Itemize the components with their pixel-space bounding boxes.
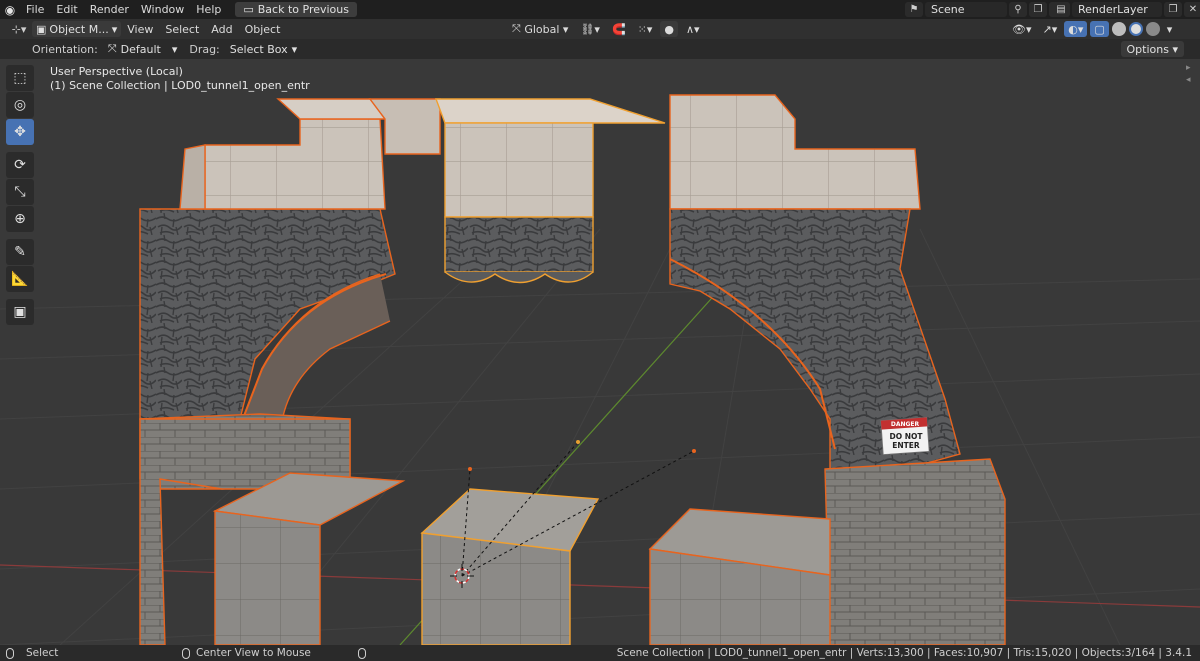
drag-dropdown[interactable]: Select Box ▾ bbox=[226, 41, 301, 57]
pivot-icon[interactable]: ⛓▾ bbox=[576, 21, 604, 37]
pin-icon[interactable]: ⚲ bbox=[1009, 2, 1027, 17]
top-menu-bar: ◉ File Edit Render Window Help ▭ Back to… bbox=[0, 0, 1200, 19]
snap-target-icon[interactable]: ⁙▾ bbox=[634, 21, 657, 37]
render-layer-selector: ▤ RenderLayer ❐ ✕ bbox=[1052, 2, 1200, 17]
orientation-dropdown[interactable]: ⤧ Default ▾ bbox=[104, 41, 182, 57]
back-to-previous-label: Back to Previous bbox=[257, 3, 349, 16]
status-select-label: Select bbox=[26, 647, 59, 659]
menu-file[interactable]: File bbox=[20, 0, 50, 19]
annotate-icon[interactable]: ✎ bbox=[6, 239, 34, 265]
sign-enter-text: ENTER bbox=[892, 441, 920, 450]
delete-layer-icon[interactable]: ✕ bbox=[1184, 2, 1200, 17]
center-top-block bbox=[434, 98, 666, 284]
status-context bbox=[358, 647, 366, 659]
overlays-icon[interactable]: ◐▾ bbox=[1064, 21, 1088, 37]
menu-select[interactable]: Select bbox=[159, 23, 205, 36]
status-bar: Select Center View to Mouse Scene Collec… bbox=[0, 645, 1200, 661]
light-point bbox=[468, 467, 472, 471]
front-left-block bbox=[212, 472, 406, 645]
scene-selector: ⚑ Scene ⚲ ❐ ✕ bbox=[905, 2, 1067, 17]
perspective-label: User Perspective (Local) bbox=[50, 65, 183, 78]
gizmo-icon[interactable]: ↗▾ bbox=[1039, 21, 1062, 37]
tool-shelf: ⬚ ◎ ✥ ⟳ ⤡ ⊕ ✎ 📐 ▣ bbox=[6, 65, 36, 326]
material-shading-icon[interactable] bbox=[1128, 22, 1143, 36]
3d-viewport[interactable]: DANGER DO NOT ENTER User Perspective (Lo… bbox=[0, 59, 1200, 645]
sign-do-not-text: DO NOT bbox=[890, 432, 924, 441]
visibility-icon[interactable]: 👁▾ bbox=[1008, 21, 1036, 37]
scene-statistics: Scene Collection | LOD0_tunnel1_open_ent… bbox=[616, 647, 1192, 659]
light-point bbox=[576, 440, 580, 444]
back-to-previous-button[interactable]: ▭ Back to Previous bbox=[235, 2, 357, 17]
viewport-display-controls: 👁▾ ↗▾ ◐▾ ▢ ▾ bbox=[1008, 21, 1176, 37]
scene-render: DANGER DO NOT ENTER bbox=[0, 94, 1200, 645]
snap-icon[interactable]: 🧲 bbox=[608, 21, 630, 37]
proportional-edit-icon[interactable]: ● bbox=[660, 21, 678, 37]
options-label: Options bbox=[1126, 42, 1169, 56]
status-center-view: Center View to Mouse bbox=[182, 647, 311, 659]
scale-icon[interactable]: ⤡ bbox=[6, 179, 34, 205]
solid-shading-icon[interactable] bbox=[1111, 22, 1126, 36]
tool-settings-bar: Orientation: ⤧ Default ▾ Drag: Select Bo… bbox=[0, 39, 1200, 59]
orientation-label: Orientation: bbox=[32, 42, 98, 56]
menu-object[interactable]: Object bbox=[239, 23, 287, 36]
front-center-block bbox=[420, 488, 600, 645]
mouse-left-icon bbox=[6, 647, 14, 659]
rotate-icon[interactable]: ⟳ bbox=[6, 152, 34, 178]
mouse-right-icon bbox=[358, 647, 366, 659]
transform-icon[interactable]: ⊕ bbox=[6, 206, 34, 232]
light-point bbox=[692, 449, 696, 453]
xray-icon[interactable]: ▢ bbox=[1090, 21, 1109, 37]
chevron-down-icon: ▾ bbox=[164, 42, 178, 56]
select-box-icon[interactable]: ⬚ bbox=[6, 65, 34, 91]
mode-label: Object M... bbox=[49, 22, 109, 36]
cursor-icon[interactable]: ◎ bbox=[6, 92, 34, 118]
new-scene-icon[interactable]: ❐ bbox=[1029, 2, 1047, 17]
options-dropdown[interactable]: Options ▾ bbox=[1120, 41, 1184, 57]
orientation-value: Default bbox=[120, 42, 161, 56]
chevron-down-icon: ▾ bbox=[291, 42, 298, 56]
viewport-info-overlay: User Perspective (Local) (1) Scene Colle… bbox=[50, 65, 310, 93]
transform-controls: ⤧ Global ▾ ⛓▾ 🧲 ⁙▾ ● ∧▾ bbox=[508, 21, 704, 37]
new-layer-icon[interactable]: ❐ bbox=[1164, 2, 1182, 17]
drag-value: Select Box bbox=[229, 42, 288, 56]
editor-type-icon[interactable]: ⊹▾ bbox=[6, 21, 32, 37]
render-layer-field[interactable]: RenderLayer bbox=[1072, 2, 1162, 17]
orientation-icon: ⤧ bbox=[512, 22, 521, 35]
menu-help[interactable]: Help bbox=[190, 0, 227, 19]
menu-view[interactable]: View bbox=[121, 23, 159, 36]
sign-danger-text: DANGER bbox=[891, 421, 920, 428]
menu-window[interactable]: Window bbox=[135, 0, 190, 19]
rendered-shading-icon[interactable] bbox=[1145, 22, 1160, 36]
object-mode-icon: ▣ bbox=[36, 22, 47, 36]
layer-browse-icon[interactable]: ▤ bbox=[1052, 2, 1070, 17]
sidebar-toggle-icon[interactable]: ▸ ◂ bbox=[1186, 59, 1198, 85]
measure-icon[interactable]: 📐 bbox=[6, 266, 34, 292]
orientation-label: Global bbox=[524, 22, 560, 36]
mode-dropdown[interactable]: ▣ Object M... ▾ bbox=[32, 21, 122, 37]
menu-add[interactable]: Add bbox=[205, 23, 238, 36]
menu-render[interactable]: Render bbox=[84, 0, 135, 19]
mouse-middle-icon bbox=[182, 647, 190, 659]
shading-options-icon[interactable]: ▾ bbox=[1163, 21, 1177, 37]
scene-name-field[interactable]: Scene bbox=[925, 2, 1007, 17]
screen-icon: ▭ bbox=[243, 3, 254, 16]
blender-logo-icon[interactable]: ◉ bbox=[0, 0, 20, 19]
status-center-view-label: Center View to Mouse bbox=[196, 647, 311, 659]
x-axis-line bbox=[0, 564, 1200, 608]
scene-browse-icon[interactable]: ⚑ bbox=[905, 2, 923, 17]
chevron-down-icon: ▾ bbox=[111, 22, 118, 36]
add-cube-icon[interactable]: ▣ bbox=[6, 299, 34, 325]
drag-label: Drag: bbox=[189, 42, 220, 56]
viewport-header: ⊹▾ ▣ Object M... ▾ View Select Add Objec… bbox=[0, 19, 1200, 39]
menu-edit[interactable]: Edit bbox=[50, 0, 83, 19]
axes-icon: ⤧ bbox=[107, 42, 117, 55]
falloff-icon[interactable]: ∧▾ bbox=[682, 21, 704, 37]
collection-label: (1) Scene Collection | LOD0_tunnel1_open… bbox=[50, 79, 310, 92]
move-icon[interactable]: ✥ bbox=[6, 119, 34, 145]
status-select: Select bbox=[6, 647, 58, 659]
transform-orientation-dropdown[interactable]: ⤧ Global ▾ bbox=[508, 21, 572, 37]
front-right-block bbox=[648, 508, 831, 645]
